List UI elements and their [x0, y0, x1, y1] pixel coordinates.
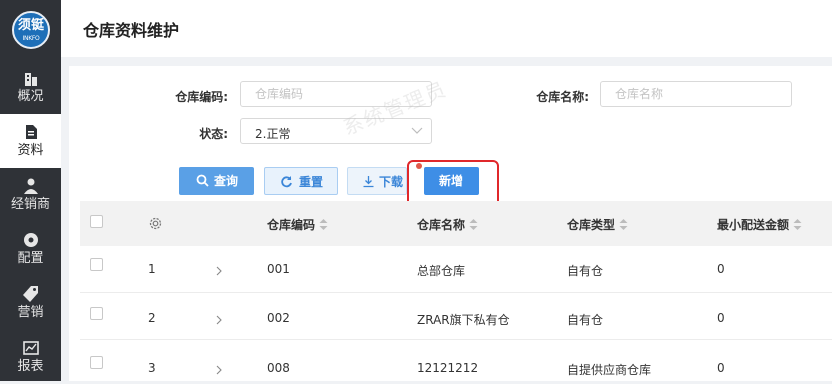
- sidebar-item-label: 概况: [17, 89, 44, 104]
- logo-text: 须铤: [17, 18, 44, 33]
- logo-subtext: INKFO: [22, 35, 40, 42]
- row-index: 3: [148, 361, 156, 375]
- sort-icon[interactable]: [469, 219, 478, 230]
- column-header-name[interactable]: 仓库名称: [417, 216, 478, 233]
- sidebar-item-label: 资料: [17, 143, 44, 158]
- document-icon: [26, 125, 37, 139]
- cell-code: 002: [267, 311, 290, 325]
- cell-code: 001: [267, 262, 290, 276]
- reset-button[interactable]: 重置: [264, 167, 338, 195]
- cell-name: 总部仓库: [417, 264, 466, 278]
- row-checkbox[interactable]: [90, 307, 103, 320]
- download-icon: [363, 176, 374, 188]
- page-header: 仓库资料维护: [61, 0, 832, 57]
- reset-button-label: 重置: [299, 175, 324, 189]
- tag-icon: [23, 286, 38, 302]
- page-title: 仓库资料维护: [83, 21, 180, 40]
- sidebar-item-marketing[interactable]: 营销: [0, 276, 61, 330]
- status-selected-value: 2.正常: [255, 127, 291, 141]
- download-button-label: 下载: [379, 175, 404, 189]
- column-header-label: 仓库编码: [267, 218, 316, 232]
- column-header-type[interactable]: 仓库类型: [567, 216, 628, 233]
- warehouse-name-field[interactable]: [600, 81, 792, 107]
- warehouse-code-label: 仓库编码:: [175, 90, 228, 104]
- row-index: 2: [148, 311, 156, 325]
- sidebar-item-overview[interactable]: 概况: [0, 60, 61, 114]
- sidebar: 须铤 INKFO 概况 资料 经销商 配置 营销 报表: [0, 0, 61, 381]
- chevron-right-icon[interactable]: [215, 315, 223, 325]
- cell-min-amount: 0: [717, 361, 725, 375]
- cell-min-amount: 0: [717, 311, 725, 325]
- warehouse-name-label: 仓库名称:: [536, 90, 589, 104]
- sort-icon[interactable]: [793, 219, 802, 230]
- column-header-min-amount[interactable]: 最小配送金额: [717, 216, 802, 233]
- chevron-right-icon[interactable]: [215, 266, 223, 276]
- cell-name: ZRAR旗下私有仓: [417, 313, 510, 327]
- query-button-label: 查询: [214, 174, 239, 188]
- cell-type: 自提供应商仓库: [567, 363, 652, 377]
- cell-type: 自有仓: [567, 264, 604, 278]
- sidebar-item-label: 营销: [17, 305, 44, 320]
- sidebar-item-config[interactable]: 配置: [0, 222, 61, 276]
- column-header-label: 仓库类型: [567, 218, 616, 232]
- sidebar-item-data[interactable]: 资料: [0, 114, 61, 168]
- refresh-icon: [281, 176, 292, 188]
- sidebar-item-report[interactable]: 报表: [0, 330, 61, 384]
- report-icon: [23, 341, 39, 355]
- row-index: 1: [148, 262, 156, 276]
- company-logo[interactable]: 须铤 INKFO: [12, 11, 50, 49]
- column-header-code[interactable]: 仓库编码: [267, 216, 328, 233]
- select-all-checkbox[interactable]: [90, 215, 103, 228]
- chevron-right-icon[interactable]: [215, 365, 223, 375]
- sidebar-item-dealer[interactable]: 经销商: [0, 168, 61, 222]
- sidebar-item-label: 配置: [17, 251, 44, 266]
- warehouse-name-input[interactable]: [601, 82, 791, 106]
- search-icon: [196, 174, 209, 187]
- download-button[interactable]: 下载: [347, 167, 407, 195]
- column-header-label: 最小配送金额: [717, 218, 790, 232]
- sort-icon[interactable]: [319, 219, 328, 230]
- row-checkbox[interactable]: [90, 258, 103, 271]
- cell-name: 12121212: [417, 361, 479, 375]
- cell-code: 008: [267, 361, 290, 375]
- status-select[interactable]: 2.正常: [240, 118, 432, 144]
- gear-icon[interactable]: [148, 216, 163, 231]
- cell-type: 自有仓: [567, 313, 604, 327]
- settings-icon: [24, 233, 38, 247]
- click-marker: [416, 163, 422, 169]
- cell-min-amount: 0: [717, 262, 725, 276]
- column-header-label: 仓库名称: [417, 218, 466, 232]
- status-label: 状态:: [199, 127, 228, 141]
- sidebar-item-label: 经销商: [10, 197, 50, 212]
- sidebar-item-label: 报表: [17, 359, 44, 374]
- building-icon: [25, 73, 37, 86]
- sort-icon[interactable]: [619, 219, 628, 230]
- row-checkbox[interactable]: [90, 356, 103, 369]
- query-button[interactable]: 查询: [179, 167, 254, 195]
- chevron-down-icon: [411, 127, 423, 134]
- dealer-icon: [24, 178, 38, 194]
